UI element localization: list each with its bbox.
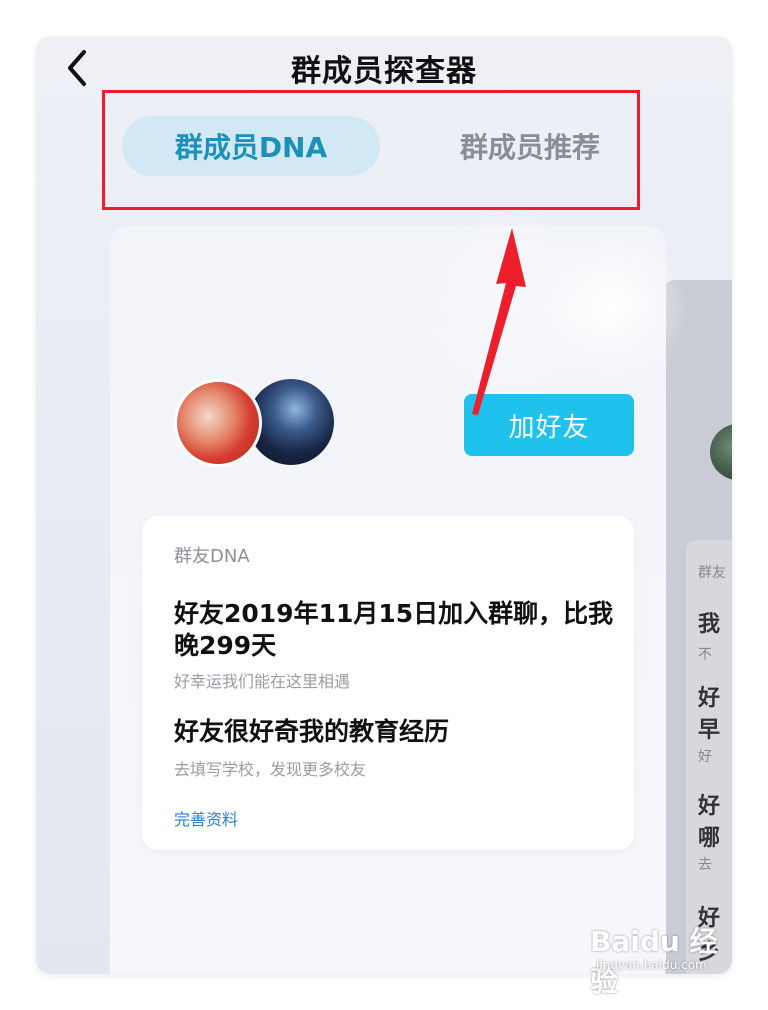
side-line: 好 xyxy=(698,686,721,711)
side-line: 好 xyxy=(698,794,721,819)
side-dna-card: 群友 我 不 好 早 好 好 哪 去 好 乡 xyxy=(686,540,732,974)
side-line: 哪 xyxy=(698,826,721,851)
side-line: 早 xyxy=(698,718,721,743)
baidu-watermark: Baidu 经验 jingyan.baidu.com xyxy=(590,920,740,998)
side-line: 不 xyxy=(698,647,712,663)
side-avatar xyxy=(710,424,732,480)
dna-item-subtitle: 好幸运我们能在这里相遇 xyxy=(174,672,351,691)
dna-card: 群友DNA 好友2019年11月15日加入群聊，比我晚299天 好幸运我们能在这… xyxy=(142,516,634,850)
complete-profile-link[interactable]: 完善资料 xyxy=(174,806,238,830)
annotation-highlight-box xyxy=(102,90,640,210)
side-line: 好 xyxy=(698,749,712,765)
dna-item-title: 好友2019年11月15日加入群聊，比我晚299天 xyxy=(174,599,614,660)
dna-card-label: 群友DNA xyxy=(174,546,250,567)
background-strip xyxy=(36,536,106,974)
decorative-glow xyxy=(536,226,686,386)
side-label: 群友 xyxy=(698,565,726,581)
red-arrow-icon xyxy=(472,228,526,415)
page-title: 群成员探查器 xyxy=(291,54,477,89)
phone-screen: 群成员探查器 群成员DNA 群成员推荐 群友 我 不 好 早 好 好 哪 去 好… xyxy=(36,36,732,974)
side-line: 我 xyxy=(698,612,721,637)
watermark-url: jingyan.baidu.com xyxy=(596,958,707,972)
avatar[interactable] xyxy=(174,379,262,467)
side-line: 去 xyxy=(698,857,712,873)
next-member-card[interactable]: 群友 我 不 好 早 好 好 哪 去 好 乡 xyxy=(664,280,732,974)
dna-item-subtitle: 去填写学校，发现更多校友 xyxy=(174,760,367,779)
dna-item-title: 好友很好奇我的教育经历 xyxy=(174,717,450,746)
